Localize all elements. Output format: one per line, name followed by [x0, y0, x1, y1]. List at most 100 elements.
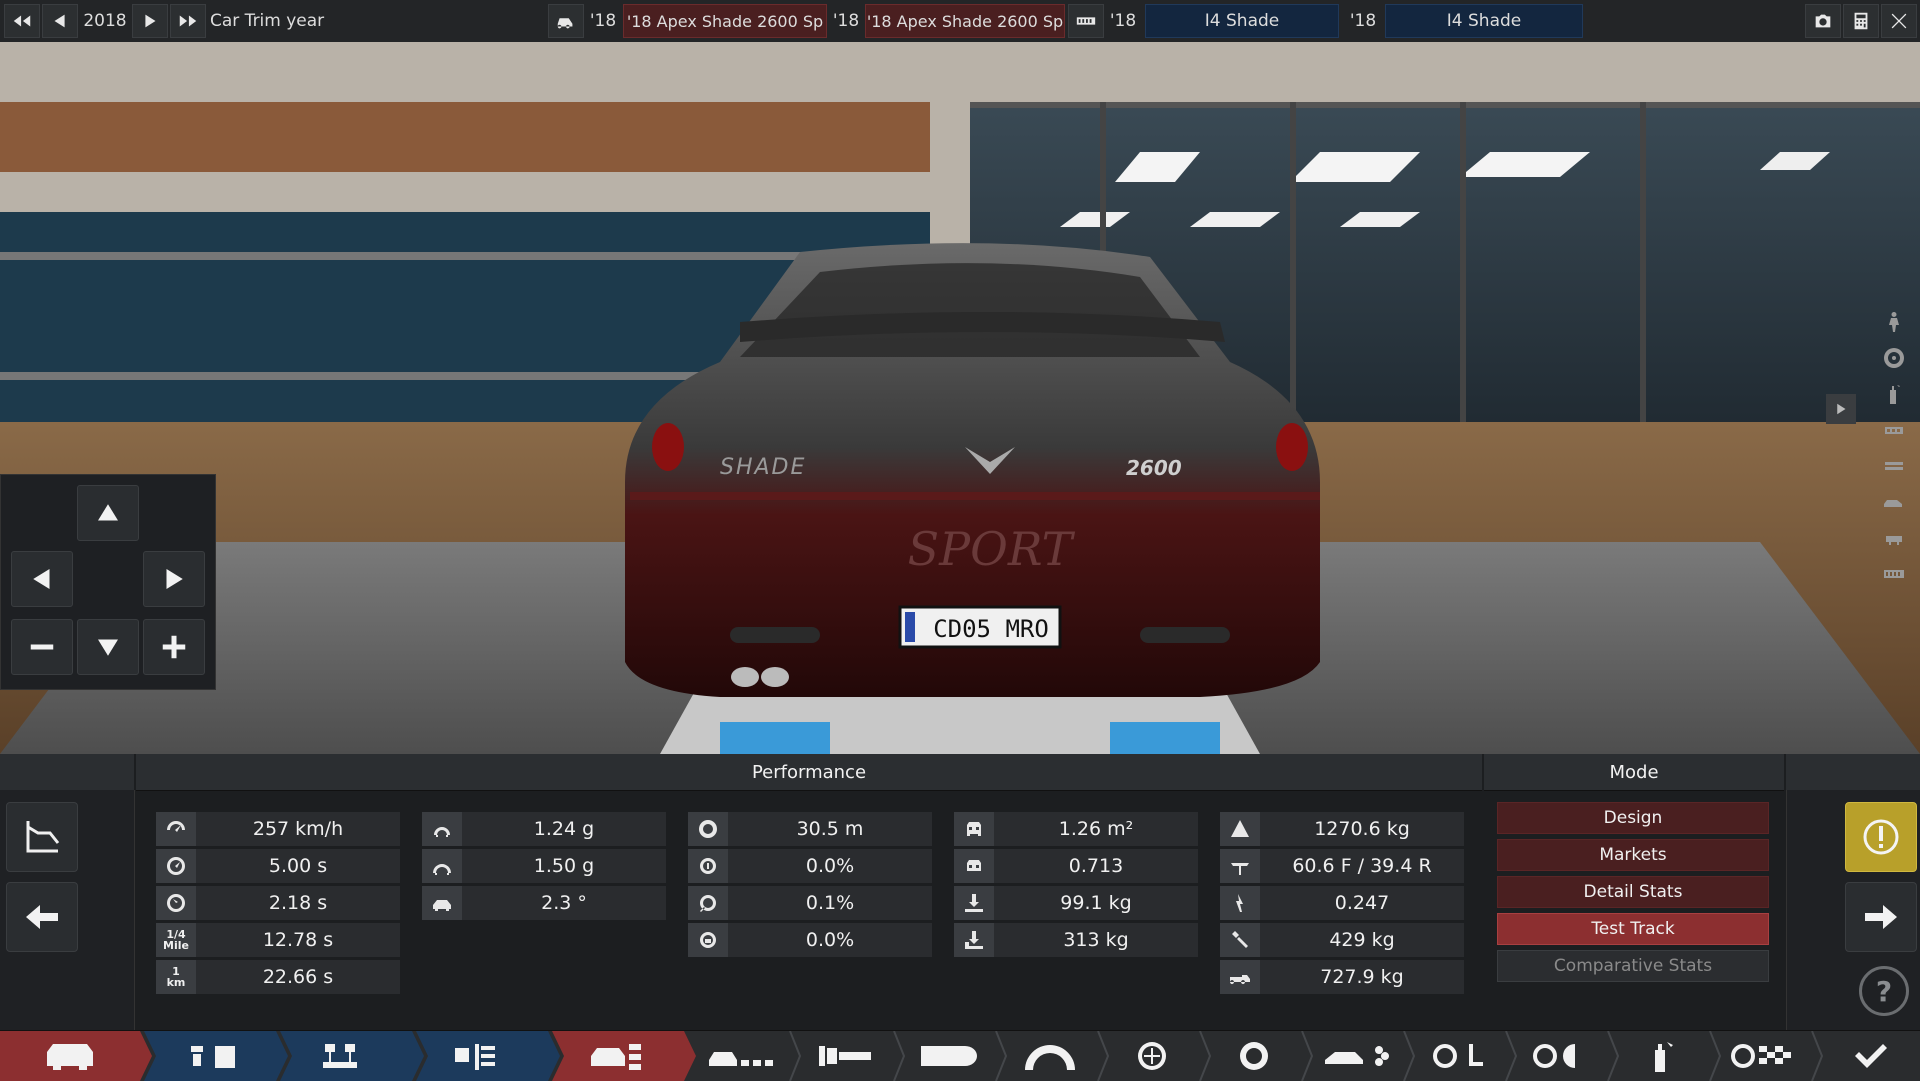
prev-year-button[interactable]: [42, 4, 78, 38]
model-select[interactable]: '18 Apex Shade 2600 Sp: [623, 4, 827, 38]
badge-left-text: SHADE: [720, 455, 807, 480]
engine-block-icon: [1884, 570, 1904, 578]
side-engine-block-button[interactable]: [1876, 558, 1912, 590]
close-icon: [1891, 13, 1907, 29]
wheel-slip-icon: [700, 895, 716, 912]
side-wheel-button[interactable]: [1876, 342, 1912, 374]
car-model-icon-button[interactable]: [548, 4, 584, 38]
person-icon: [1889, 312, 1899, 332]
plus-icon: [162, 635, 186, 659]
arrow-left-icon: [33, 569, 50, 589]
wheel-icon: [1884, 348, 1904, 368]
panel-icon: [1885, 462, 1903, 470]
tool-body-styles-button[interactable]: [690, 1031, 790, 1081]
side-driver-button[interactable]: [1876, 306, 1912, 338]
tool-test-track-button[interactable]: [1714, 1031, 1814, 1081]
last-year-button[interactable]: [170, 4, 206, 38]
tool-model-family-button[interactable]: [166, 1031, 266, 1081]
quarter-mile-icon: 1/4 Mile: [163, 928, 189, 952]
rewind-icon: [13, 15, 31, 27]
car-lineup-icon: [709, 1052, 773, 1066]
gear-arc-icon: [1025, 1045, 1075, 1070]
front-downforce-icon: [965, 894, 983, 912]
engine-block-icon: [1076, 17, 1096, 25]
side-paint-button[interactable]: [1876, 378, 1912, 410]
stat-drag: 0.713: [954, 849, 1198, 883]
trim-year-label: Car Trim year: [210, 11, 325, 31]
first-year-button[interactable]: [4, 4, 40, 38]
help-button[interactable]: ?: [1859, 966, 1909, 1016]
axis-chart-icon: [26, 821, 60, 853]
camera-down-button[interactable]: [77, 619, 139, 675]
engine-select[interactable]: I4 Shade: [1145, 4, 1339, 38]
stat-lift: 0.247: [1220, 886, 1464, 920]
zoom-out-button[interactable]: [11, 619, 73, 675]
screenshot-button[interactable]: [1805, 4, 1841, 38]
tool-aero-button[interactable]: [1306, 1031, 1406, 1081]
license-plate-text: CD05 MRO: [933, 615, 1049, 643]
next-button[interactable]: [1845, 882, 1917, 952]
stat-top-speed: 257 km/h: [156, 812, 400, 846]
car-front-icon: [47, 1044, 93, 1070]
badge-right-text: 2600: [1126, 456, 1182, 480]
mode-comparative-stats-button[interactable]: Comparative Stats: [1497, 950, 1769, 982]
minus-icon: [30, 644, 54, 650]
tool-chassis-button[interactable]: [796, 1031, 896, 1081]
zoom-in-button[interactable]: [143, 619, 205, 675]
acceleration-icon: [166, 857, 185, 875]
mode-design-button[interactable]: Design: [1497, 802, 1769, 834]
engine-trim-select[interactable]: I4 Shade: [1385, 4, 1583, 38]
tool-brakes-button[interactable]: [1204, 1031, 1304, 1081]
mode-detail-stats-button[interactable]: Detail Stats: [1497, 876, 1769, 908]
engine-icon-button[interactable]: [1068, 4, 1104, 38]
tool-car-body-button[interactable]: [20, 1031, 120, 1081]
mode-title: Mode: [1484, 754, 1784, 791]
warning-button[interactable]: [1845, 802, 1917, 872]
camera-left-button[interactable]: [11, 551, 73, 607]
tool-finish-button[interactable]: [1820, 1031, 1920, 1081]
stat-brake-lock: 0.0%: [688, 923, 932, 957]
trim-select[interactable]: '18 Apex Shade 2600 Sp: [865, 4, 1065, 38]
stats-graph-button[interactable]: [6, 802, 78, 872]
side-body-button[interactable]: [1876, 450, 1912, 482]
tool-interior-button[interactable]: [1408, 1031, 1508, 1081]
checkmark-icon: [1855, 1044, 1887, 1068]
car-side-icon: [1884, 500, 1902, 507]
engine-trim-year-short: '18: [1349, 11, 1377, 31]
back-button[interactable]: [6, 882, 78, 952]
stat-front-downforce: 99.1 kg: [954, 886, 1198, 920]
tool-drivetrain-button[interactable]: [1000, 1031, 1100, 1081]
cornering-max-icon: [433, 864, 451, 875]
tool-engine-tuning-button[interactable]: [430, 1031, 530, 1081]
side-interior-button[interactable]: [1876, 522, 1912, 554]
car-trim-icon: [591, 1044, 641, 1070]
lift-icon: [1236, 894, 1243, 912]
play-right-icon: [1837, 403, 1846, 415]
calculator-button[interactable]: [1843, 4, 1879, 38]
left-head: [0, 754, 134, 791]
tool-suspension-button[interactable]: [898, 1031, 998, 1081]
next-year-button[interactable]: [132, 4, 168, 38]
expand-side-panel-button[interactable]: [1826, 394, 1856, 424]
tool-trim-button[interactable]: [570, 1031, 670, 1081]
tool-safety-button[interactable]: [1510, 1031, 1610, 1081]
camera-control-pad: [0, 474, 216, 690]
tool-paint-button[interactable]: [1612, 1031, 1712, 1081]
car-viewport[interactable]: CD05 MRO SHADE 2600 SPORT: [0, 42, 1920, 754]
side-car-button[interactable]: [1876, 486, 1912, 518]
tool-wheels-button[interactable]: [1102, 1031, 1202, 1081]
tool-engine-design-button[interactable]: [290, 1031, 390, 1081]
close-button[interactable]: [1881, 4, 1917, 38]
weight-distribution-icon: [1231, 863, 1249, 875]
camera-up-button[interactable]: [77, 485, 139, 541]
mode-test-track-button[interactable]: Test Track: [1497, 913, 1769, 945]
stat-zero-to-sixty: 2.18 s: [156, 886, 400, 920]
side-engine-button[interactable]: [1876, 414, 1912, 446]
camera-right-button[interactable]: [143, 551, 205, 607]
headlight-icon: [921, 1046, 977, 1066]
brake-fade-icon: [700, 858, 716, 874]
stat-braking-distance: 30.5 m: [688, 812, 932, 846]
speedometer-icon: [167, 821, 185, 832]
mode-markets-button[interactable]: Markets: [1497, 839, 1769, 871]
stat-rear-downforce: 313 kg: [954, 923, 1198, 957]
